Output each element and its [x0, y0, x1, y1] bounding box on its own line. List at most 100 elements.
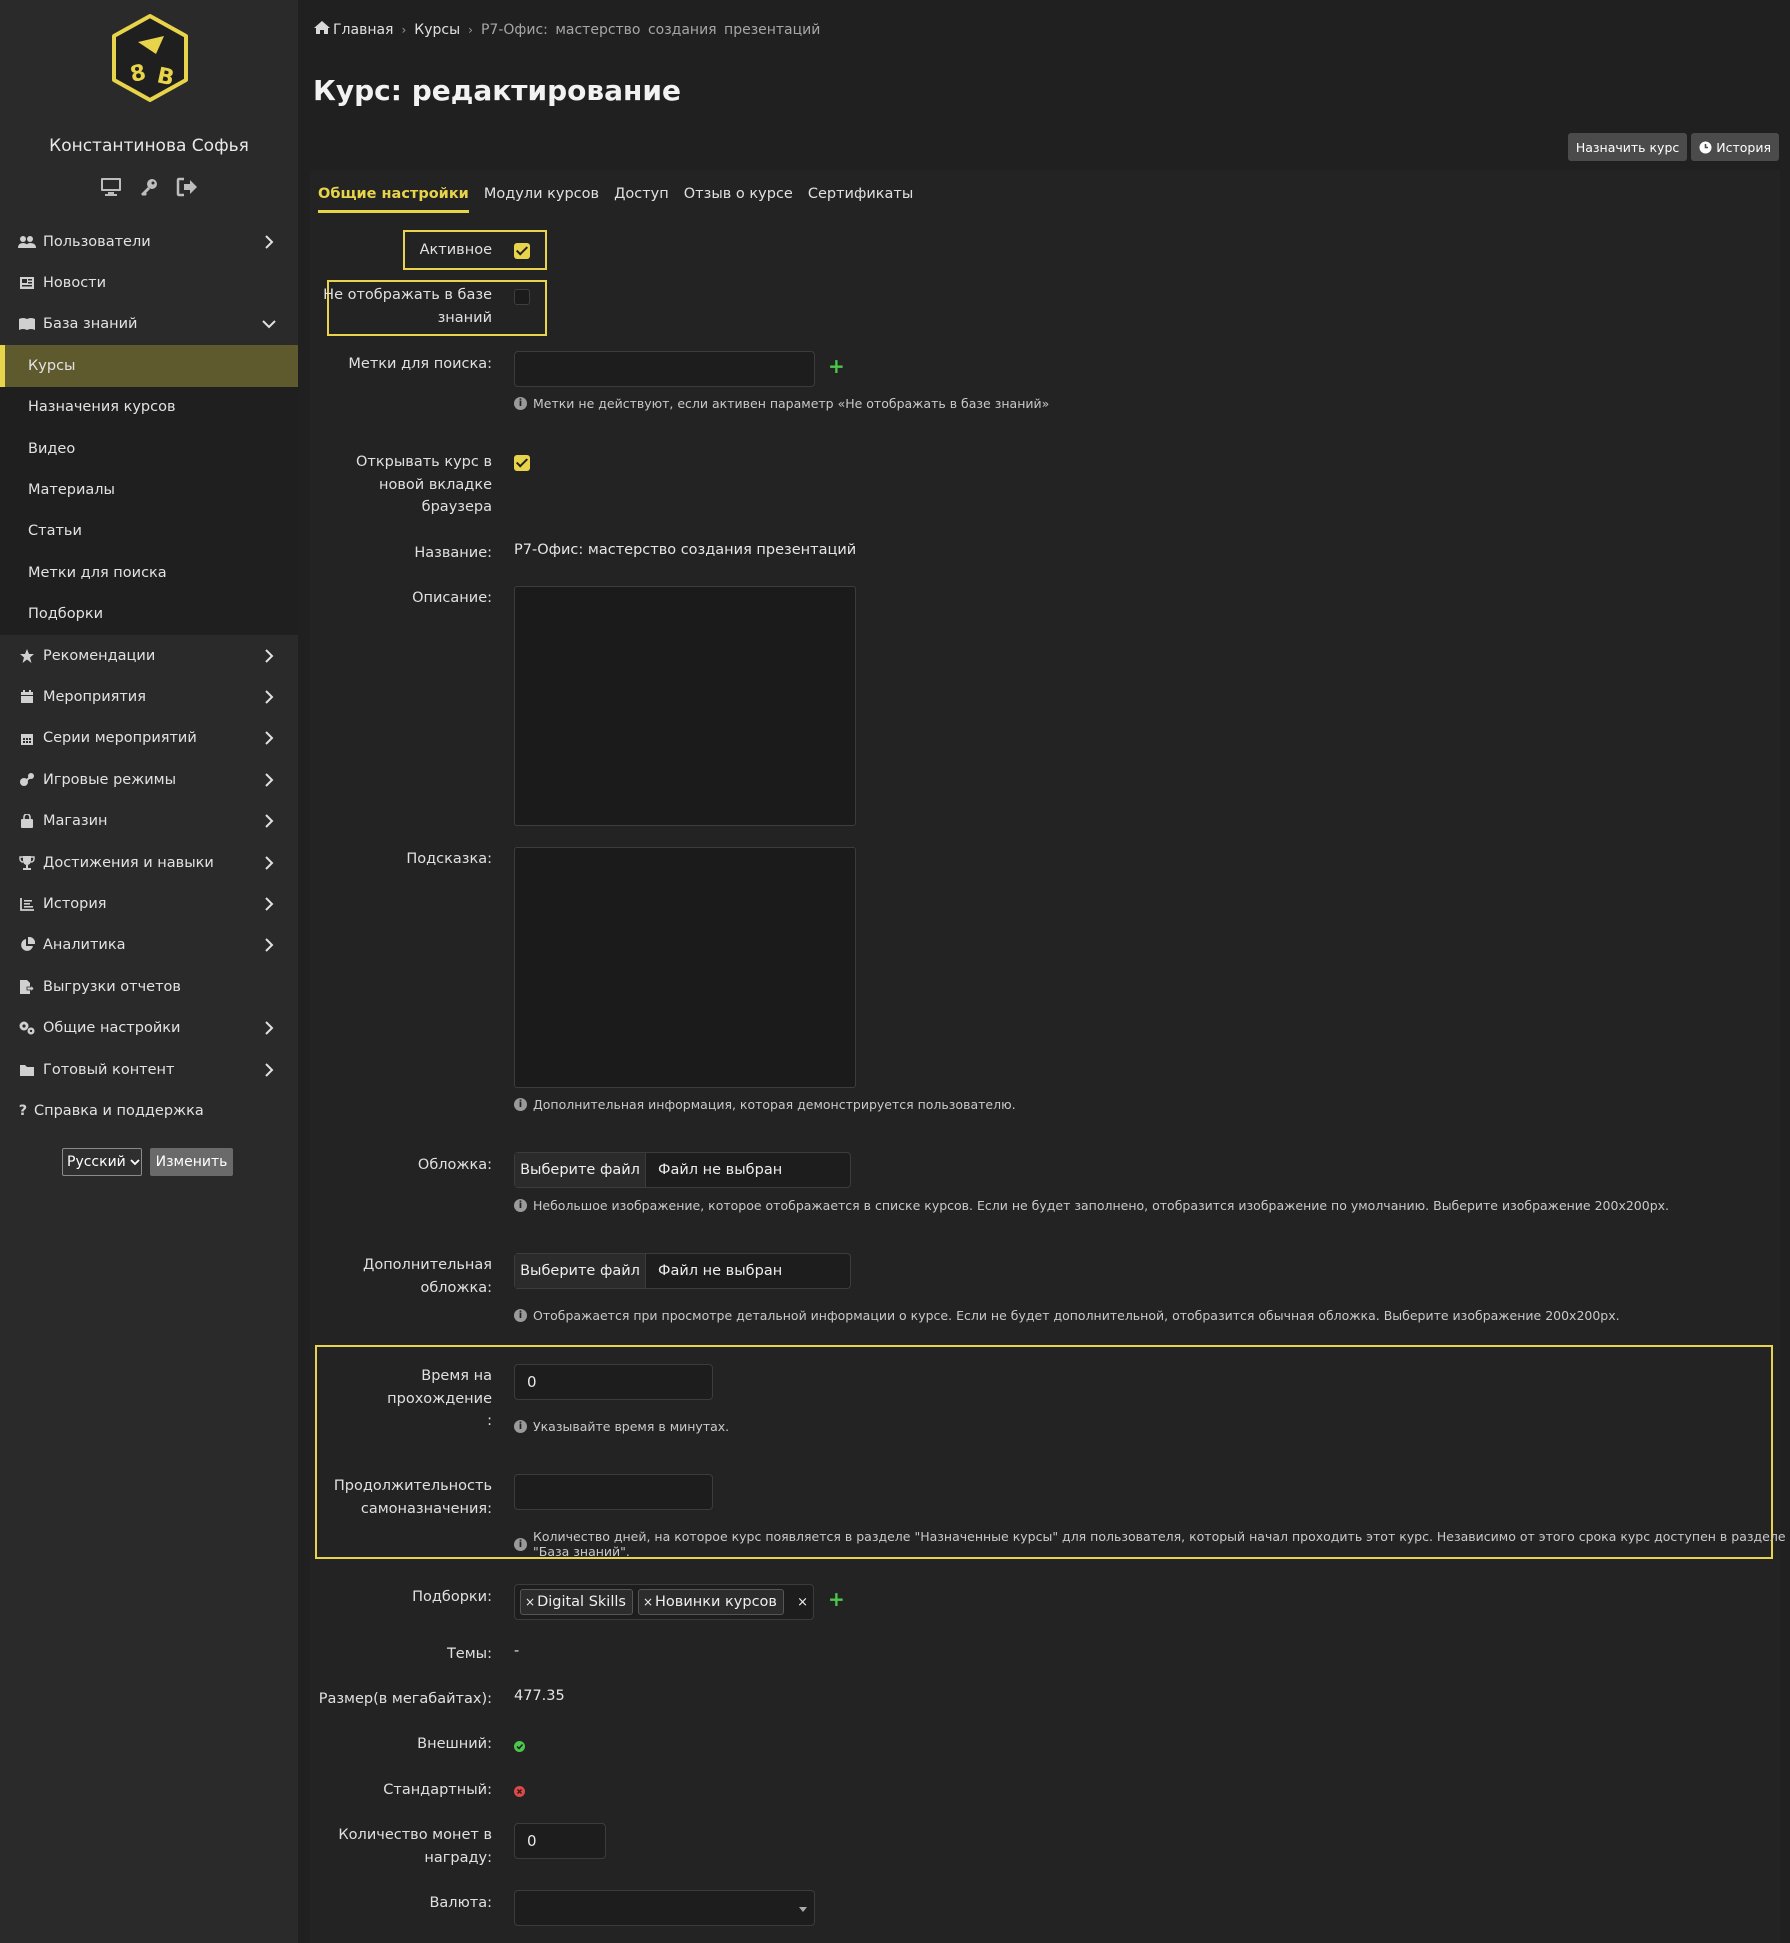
- remove-tag-icon[interactable]: ×: [525, 1595, 535, 1609]
- description-textarea[interactable]: [514, 586, 856, 826]
- sidebar-item-users[interactable]: Пользователи: [0, 221, 298, 262]
- calendar-grid-icon: [18, 730, 36, 746]
- sidebar-item-ready-content[interactable]: Готовый контент: [0, 1049, 298, 1090]
- sidebar-item-courses[interactable]: Курсы: [0, 345, 298, 387]
- selfassign-duration-input[interactable]: [514, 1474, 713, 1510]
- sidebar-item-general-settings[interactable]: Общие настройки: [0, 1007, 298, 1048]
- hint-textarea[interactable]: [514, 847, 856, 1088]
- sidebar-item-recommendations[interactable]: Рекомендации: [0, 635, 298, 676]
- sidebar-item-history[interactable]: История: [0, 883, 298, 924]
- newspaper-icon: [18, 275, 36, 291]
- hint-help: i Дополнительная информация, которая демо…: [514, 1097, 1016, 1112]
- history-button[interactable]: История: [1691, 133, 1779, 161]
- cover-label: Обложка:: [417, 1157, 492, 1173]
- cover-file-name: Файл не выбран: [658, 1162, 783, 1178]
- logout-icon[interactable]: [175, 175, 199, 199]
- sidebar-submenu-knowledge-base: Курсы Назначения курсов Видео Материалы …: [0, 345, 298, 635]
- chevron-right-icon: [265, 814, 274, 828]
- sidebar: 8 B Константинова Софья Пользователи Нов…: [0, 0, 298, 1943]
- coins-input[interactable]: 0: [514, 1823, 606, 1859]
- time-label: Время на прохождение :: [387, 1368, 492, 1429]
- sidebar-item-analytics[interactable]: Аналитика: [0, 925, 298, 966]
- sidebar-item-shop[interactable]: Магазин: [0, 800, 298, 841]
- name-label: Название:: [414, 545, 492, 561]
- trophy-icon: [18, 855, 36, 871]
- collection-tag: × Новинки курсов: [637, 1589, 784, 1615]
- sidebar-item-events[interactable]: Мероприятия: [0, 676, 298, 717]
- themes-label: Темы:: [446, 1646, 492, 1662]
- add-tag-icon[interactable]: +: [828, 354, 845, 378]
- chevron-down-icon: [130, 1159, 140, 1166]
- chevron-right-icon: [265, 234, 274, 249]
- chevron-right-icon: [265, 855, 274, 870]
- chevron-right-icon: [265, 897, 274, 911]
- collection-tag: × Digital Skills: [520, 1589, 633, 1615]
- cover-choose-file-button[interactable]: Выберите файл: [515, 1153, 646, 1187]
- sidebar-item-achievements[interactable]: Достижения и навыки: [0, 842, 298, 883]
- sidebar-item-articles[interactable]: Статьи: [0, 511, 298, 552]
- tab-course-review[interactable]: Отзыв о курсе: [684, 186, 793, 213]
- folder-icon: [18, 1062, 36, 1078]
- add-collection-icon[interactable]: +: [828, 1587, 845, 1611]
- sidebar-item-course-assignments[interactable]: Назначения курсов: [0, 387, 298, 428]
- cover-file-input[interactable]: Выберите файл Файл не выбран: [514, 1152, 851, 1188]
- breadcrumb-home-link[interactable]: Главная: [333, 22, 393, 38]
- game-icon: [18, 772, 36, 788]
- sidebar-item-report-exports[interactable]: Выгрузки отчетов: [0, 966, 298, 1007]
- pie-icon: [18, 937, 36, 953]
- size-value: 477.35: [514, 1688, 565, 1704]
- language-select[interactable]: Русский: [62, 1148, 142, 1176]
- active-checkbox[interactable]: [514, 243, 530, 259]
- sidebar-item-materials[interactable]: Материалы: [0, 469, 298, 510]
- logo-icon[interactable]: 8 B: [104, 12, 196, 104]
- newtab-label: Открывать курс в новой вкладке браузера: [356, 454, 492, 515]
- sidebar-item-video[interactable]: Видео: [0, 428, 298, 469]
- breadcrumb-courses-link[interactable]: Курсы: [414, 22, 460, 38]
- extra-cover-file-name: Файл не выбран: [658, 1263, 783, 1279]
- standard-label: Стандартный:: [383, 1782, 492, 1798]
- active-label: Активное: [419, 242, 492, 258]
- hide-checkbox[interactable]: [514, 289, 530, 305]
- tab-course-modules[interactable]: Модули курсов: [484, 186, 599, 213]
- check-circle-icon: [514, 1741, 525, 1752]
- sidebar-item-game-modes[interactable]: Игровые режимы: [0, 759, 298, 800]
- hint-label: Подсказка:: [406, 851, 492, 867]
- currency-select[interactable]: [514, 1890, 815, 1926]
- page-title: Курс: редактирование: [313, 74, 681, 107]
- completion-time-input[interactable]: 0: [514, 1364, 713, 1400]
- sidebar-nav: Пользователи Новости База знаний Курсы Н…: [0, 221, 298, 1132]
- tab-general-settings[interactable]: Общие настройки: [318, 186, 469, 213]
- chart-icon: [18, 896, 36, 912]
- monitor-icon[interactable]: [99, 175, 123, 199]
- assign-course-button[interactable]: Назначить курс: [1567, 133, 1688, 161]
- info-icon: i: [514, 397, 527, 410]
- tags-label: Метки для поиска:: [348, 356, 492, 372]
- extra-cover-file-input[interactable]: Выберите файл Файл не выбран: [514, 1253, 851, 1289]
- calendar-icon: [18, 689, 36, 705]
- home-icon[interactable]: [313, 20, 331, 39]
- clear-collections-icon[interactable]: ×: [797, 1595, 808, 1610]
- extra-cover-choose-file-button[interactable]: Выберите файл: [515, 1254, 646, 1288]
- sidebar-item-news[interactable]: Новости: [0, 262, 298, 303]
- sidebar-item-knowledge-base[interactable]: База знаний: [0, 304, 298, 345]
- change-language-button[interactable]: Изменить: [150, 1148, 233, 1176]
- course-name-value: Р7-Офис: мастерство создания презентаций: [514, 542, 857, 558]
- time-help: i Указывайте время в минутах.: [514, 1419, 729, 1434]
- description-label: Описание:: [412, 590, 492, 606]
- hide-label: Не отображать в базе знаний: [323, 287, 492, 326]
- chevron-down-icon: [262, 320, 276, 329]
- chevron-right-icon: [265, 731, 274, 746]
- sidebar-item-search-tags[interactable]: Метки для поиска: [0, 552, 298, 593]
- tab-certificates[interactable]: Сертификаты: [808, 186, 913, 213]
- newtab-checkbox[interactable]: [514, 455, 530, 471]
- sidebar-item-event-series[interactable]: Серии мероприятий: [0, 718, 298, 759]
- remove-tag-icon[interactable]: ×: [643, 1595, 653, 1609]
- sidebar-item-collections[interactable]: Подборки: [0, 594, 298, 635]
- collections-select[interactable]: × Digital Skills × Новинки курсов ×: [514, 1584, 814, 1620]
- cover-help: i Небольшое изображение, которое отобража…: [514, 1198, 1669, 1213]
- x-circle-icon: [514, 1786, 525, 1797]
- sidebar-item-help[interactable]: ? Справка и поддержка: [0, 1090, 298, 1131]
- key-icon[interactable]: [137, 175, 161, 199]
- search-tags-input[interactable]: [514, 351, 815, 387]
- tab-access[interactable]: Доступ: [614, 186, 669, 213]
